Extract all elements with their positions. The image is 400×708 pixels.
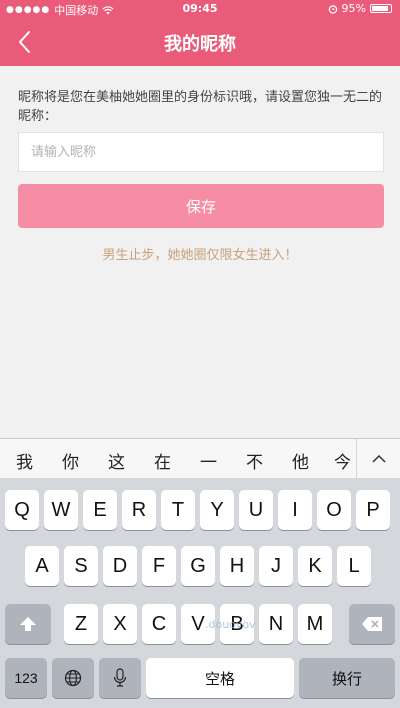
key-s[interactable]: S (64, 546, 98, 586)
key-n[interactable]: N (259, 604, 293, 644)
key-d[interactable]: D (103, 546, 137, 586)
key-k[interactable]: K (298, 546, 332, 586)
space-key[interactable]: 空格 (146, 658, 294, 698)
candidate-item[interactable]: 一 (200, 448, 217, 473)
key-j[interactable]: J (259, 546, 293, 586)
key-b[interactable]: B (220, 604, 254, 644)
key-i[interactable]: I (278, 490, 312, 530)
battery-icon (370, 4, 392, 13)
candidate-item[interactable]: 这 (108, 448, 125, 473)
key-a[interactable]: A (25, 546, 59, 586)
key-m[interactable]: M (298, 604, 332, 644)
shift-key[interactable] (5, 604, 51, 644)
key-w[interactable]: W (44, 490, 78, 530)
globe-key[interactable] (52, 658, 94, 698)
backspace-icon (362, 617, 382, 631)
numbers-key[interactable]: 123 (5, 658, 47, 698)
nickname-hint: 昵称将是您在美柚她她圈里的身份标识哦，请设置您独一无二的昵称： (18, 90, 383, 124)
key-p[interactable]: P (356, 490, 390, 530)
delete-key[interactable] (349, 604, 395, 644)
keyboard: 我 你 这 在 一 不 他 今 Q W E R T Y U I O P A S … (0, 438, 400, 708)
key-x[interactable]: X (103, 604, 137, 644)
key-q[interactable]: Q (5, 490, 39, 530)
key-c[interactable]: C (142, 604, 176, 644)
candidate-item[interactable]: 我 (16, 448, 33, 473)
return-key[interactable]: 换行 (299, 658, 395, 698)
microphone-icon (113, 668, 127, 687)
key-r[interactable]: R (122, 490, 156, 530)
alarm-icon (328, 4, 337, 14)
key-t[interactable]: T (161, 490, 195, 530)
status-bar: ●●●●● 中国移动 09:45 95% (0, 0, 400, 18)
key-f[interactable]: F (142, 546, 176, 586)
candidate-item[interactable]: 在 (154, 448, 171, 473)
key-u[interactable]: U (239, 490, 273, 530)
gender-notice: 男生止步，她她圈仅限女生进入！ (102, 248, 298, 263)
candidate-item[interactable]: 他 (292, 448, 309, 473)
globe-icon (64, 669, 82, 687)
status-right: 95% (328, 2, 392, 15)
dictation-key[interactable] (99, 658, 141, 698)
chevron-up-icon (371, 455, 386, 463)
key-o[interactable]: O (317, 490, 351, 530)
key-l[interactable]: L (337, 546, 371, 586)
save-button[interactable]: 保存 (18, 184, 384, 228)
nickname-input[interactable] (18, 132, 384, 172)
key-v[interactable]: V (181, 604, 215, 644)
key-h[interactable]: H (220, 546, 254, 586)
key-g[interactable]: G (181, 546, 215, 586)
candidate-item[interactable]: 今 (334, 448, 351, 473)
key-y[interactable]: Y (200, 490, 234, 530)
candidate-item[interactable]: 不 (246, 448, 263, 473)
battery-percent: 95% (341, 2, 366, 15)
page-title: 我的昵称 (164, 34, 236, 55)
candidate-bar: 我 你 这 在 一 不 他 今 (0, 438, 400, 479)
key-z[interactable]: Z (64, 604, 98, 644)
candidate-expand-button[interactable] (356, 439, 400, 479)
nav-bar: 我的昵称 (0, 18, 400, 66)
shift-arrow-icon (20, 617, 36, 631)
candidate-item[interactable]: 你 (62, 448, 79, 473)
key-e[interactable]: E (83, 490, 117, 530)
